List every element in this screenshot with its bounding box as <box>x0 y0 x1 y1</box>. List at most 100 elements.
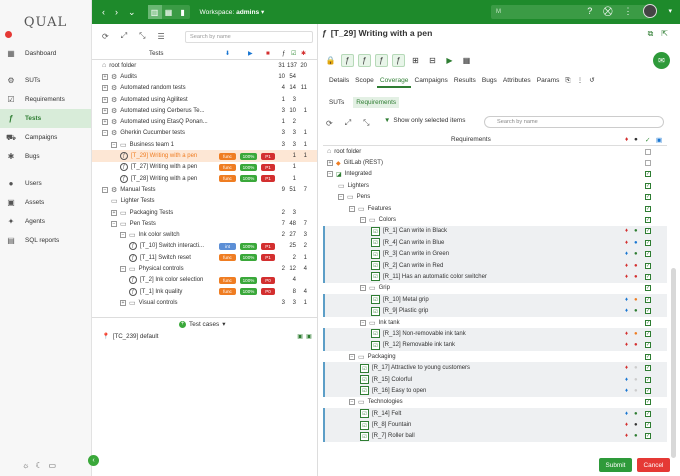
coverage-checkbox[interactable]: ✓ <box>645 330 651 337</box>
run-icon[interactable]: ▶ <box>443 54 456 67</box>
requirement-row[interactable]: ⌂ root folder <box>323 146 667 157</box>
coverage-checkbox[interactable]: ✓ <box>645 194 651 201</box>
requirement-row[interactable]: + ◆ GitLab (REST) <box>323 157 667 168</box>
expand-toggle-icon[interactable]: + <box>327 160 333 167</box>
tree-add-icon[interactable]: ⊞ <box>409 54 422 67</box>
only-selected-toggle[interactable]: ▼ Show only selected items <box>384 117 465 124</box>
edit-icon[interactable]: ▣ <box>297 333 303 340</box>
collapse-icon[interactable]: ⤡ <box>139 31 145 41</box>
refresh-icon[interactable]: ⟳ <box>326 119 333 128</box>
coverage-checkbox[interactable]: ✓ <box>645 365 651 372</box>
tree-search-input[interactable]: Search by name <box>185 31 313 43</box>
tab-results[interactable]: Results <box>451 75 479 88</box>
requirement-row[interactable]: − ▭ Grip ✓ <box>323 283 667 294</box>
tree-row[interactable]: − ▭ Business team 1331 <box>92 139 317 150</box>
coverage-checkbox[interactable]: ✓ <box>645 410 651 417</box>
more-icon[interactable]: ⋮ <box>574 75 587 88</box>
moon-icon[interactable]: ☾ <box>35 461 42 470</box>
requirement-row[interactable]: ☑ [R_15] Colorful ♦ ● ✓ <box>323 373 667 386</box>
help-icon[interactable]: ? <box>587 6 592 16</box>
requirement-row[interactable]: − ▭ Features ✓ <box>323 203 667 214</box>
collapse-sidebar-icon[interactable]: ‹ <box>88 455 99 466</box>
nav-sql-reports[interactable]: ▤ SQL reports <box>0 231 91 250</box>
tree-row[interactable]: ƒ [T_27] Writing with a pen func 100% P1 1 <box>92 162 317 173</box>
tab-coverage[interactable]: Coverage <box>376 75 412 88</box>
workspace-selector[interactable]: Workspace: admins ▾ <box>200 8 265 16</box>
share-icon[interactable]: ⇱ <box>661 29 668 39</box>
coverage-checkbox[interactable]: ✓ <box>645 387 651 394</box>
tree-row[interactable]: − ▭ Pen Tests 7 48 7 <box>92 218 317 229</box>
requirement-row[interactable]: ☑ [R_4] Can write in Blue ♦ ● ✓ <box>323 237 667 249</box>
coverage-checkbox[interactable]: ✓ <box>645 399 651 406</box>
collapse-icon[interactable]: ⤡ <box>363 118 369 128</box>
table-icon[interactable]: ▦ <box>460 54 473 67</box>
expand-toggle-icon[interactable]: − <box>338 194 344 201</box>
coverage-checkbox[interactable]: ✓ <box>645 342 651 349</box>
requirement-row[interactable]: ☑ [R_3] Can write in Green ♦ ● ✓ <box>323 248 667 260</box>
tree-row[interactable]: + ⚙ Audits 10 54 <box>92 71 317 82</box>
nav-campaigns[interactable]: ⛟ Campaigns <box>0 128 91 147</box>
expand-toggle-icon[interactable]: + <box>102 73 108 80</box>
nav-tests[interactable]: ƒ Tests <box>0 109 91 128</box>
tree-row[interactable]: + ⚙ Automated using Agilitest 1 3 <box>92 94 317 105</box>
coverage-checkbox[interactable]: ✓ <box>645 308 651 315</box>
tree-row[interactable]: ƒ [T_2] Ink color selection func 100% P0 4 <box>92 275 317 286</box>
chevron-down-icon[interactable]: ⌄ <box>128 7 136 18</box>
test-icon[interactable]: ƒ <box>341 54 354 67</box>
filter-icon[interactable]: ☰ <box>158 32 165 41</box>
expand-toggle-icon[interactable]: − <box>360 217 366 224</box>
expand-toggle-icon[interactable]: + <box>102 96 108 103</box>
coverage-checkbox[interactable]: ✓ <box>645 319 651 326</box>
attach-icon[interactable]: ⎘ <box>562 75 573 88</box>
requirement-row[interactable]: ☑ [R_1] Can write in Black ♦ ● ✓ <box>323 225 667 238</box>
tree-row[interactable]: − ⚙ Manual Tests 9 51 7 <box>92 184 317 195</box>
expand-toggle-icon[interactable]: + <box>120 299 126 306</box>
refresh-icon[interactable]: ⟳ <box>102 32 109 41</box>
requirement-row[interactable]: − ▭ Technologies ✓ <box>323 397 667 408</box>
tree-row[interactable]: + ▭ Visual controls 3 3 1 <box>92 297 317 308</box>
tree-row[interactable]: + ⚙ Automated using Cerberus Te... 3 10 1 <box>92 105 317 116</box>
tree-row[interactable]: ƒ [T_10] Switch interacti... int 100% P1 25 2 <box>92 241 317 252</box>
requirement-row[interactable]: ☑ [R_9] Plastic grip ♦ ● ✓ <box>323 305 667 317</box>
tree-row[interactable]: ƒ [T_28] Writing with a pen func 100% P1 1 <box>92 173 317 184</box>
expand-toggle-icon[interactable]: − <box>120 265 126 272</box>
tree-row[interactable]: + ▭ Packaging Tests 2 3 <box>92 207 317 218</box>
monitor-icon[interactable]: ▭ <box>49 461 57 470</box>
requirement-row[interactable]: ☑ [R_12] Removable ink tank ♦ ● ✓ <box>323 339 667 352</box>
expand-toggle-icon[interactable]: + <box>102 107 108 114</box>
logo[interactable]: QUAL <box>0 0 91 44</box>
grid-icon[interactable]: ⋮ <box>623 6 632 17</box>
back-icon[interactable]: ‹ <box>102 7 105 17</box>
copy-icon[interactable]: ▣ <box>306 333 312 340</box>
duplicate-icon[interactable]: ⧉ <box>648 29 654 39</box>
expand-toggle-icon[interactable]: − <box>360 285 366 292</box>
tree-row[interactable]: − ▭ Ink color switch 2 27 3 <box>92 229 317 240</box>
coverage-checkbox[interactable]: ✓ <box>645 296 651 303</box>
scrollbar[interactable] <box>671 268 676 458</box>
coverage-checkbox[interactable]: ✓ <box>645 205 651 212</box>
nav-bugs[interactable]: ✱ Bugs <box>0 147 91 166</box>
expand-toggle-icon[interactable]: − <box>102 186 108 193</box>
tree-row[interactable]: ▭ Lighter Tests <box>92 196 317 207</box>
tree-row[interactable]: + ⚙ Automated using EtasQ Ponan... 1 2 <box>92 116 317 127</box>
tab-campaigns[interactable]: Campaigns <box>411 75 450 88</box>
test-edit-icon[interactable]: ƒ <box>358 54 371 67</box>
coverage-checkbox[interactable] <box>645 148 651 155</box>
test-case-row[interactable]: 📍 [TC_239] default ▣ ▣ <box>102 332 312 341</box>
sun-icon[interactable]: ☼ <box>22 461 29 470</box>
test-cases-toggle[interactable]: + Test cases ▾ <box>179 320 225 328</box>
requirement-row[interactable]: − ▭ Packaging ✓ <box>323 351 667 362</box>
test-copy-icon[interactable]: ƒ <box>375 54 388 67</box>
coverage-checkbox[interactable]: ✓ <box>645 182 651 189</box>
layout-full-icon[interactable]: ▮ <box>176 5 190 19</box>
expand-toggle-icon[interactable]: + <box>102 85 108 92</box>
nav-suts[interactable]: ⚙ SUTs <box>0 71 91 90</box>
layout-columns-icon[interactable]: ▦ <box>162 5 176 19</box>
coverage-checkbox[interactable]: ✓ <box>645 422 651 429</box>
subtab-requirements[interactable]: Requirements <box>353 97 400 108</box>
nav-requirements[interactable]: ☑ Requirements <box>0 90 91 109</box>
nav-users[interactable]: ● Users <box>0 174 91 193</box>
avatar[interactable] <box>643 4 658 18</box>
tree-row[interactable]: ⌂ root folder 31 137 20 <box>92 60 317 71</box>
coverage-checkbox[interactable]: ✓ <box>645 171 651 178</box>
